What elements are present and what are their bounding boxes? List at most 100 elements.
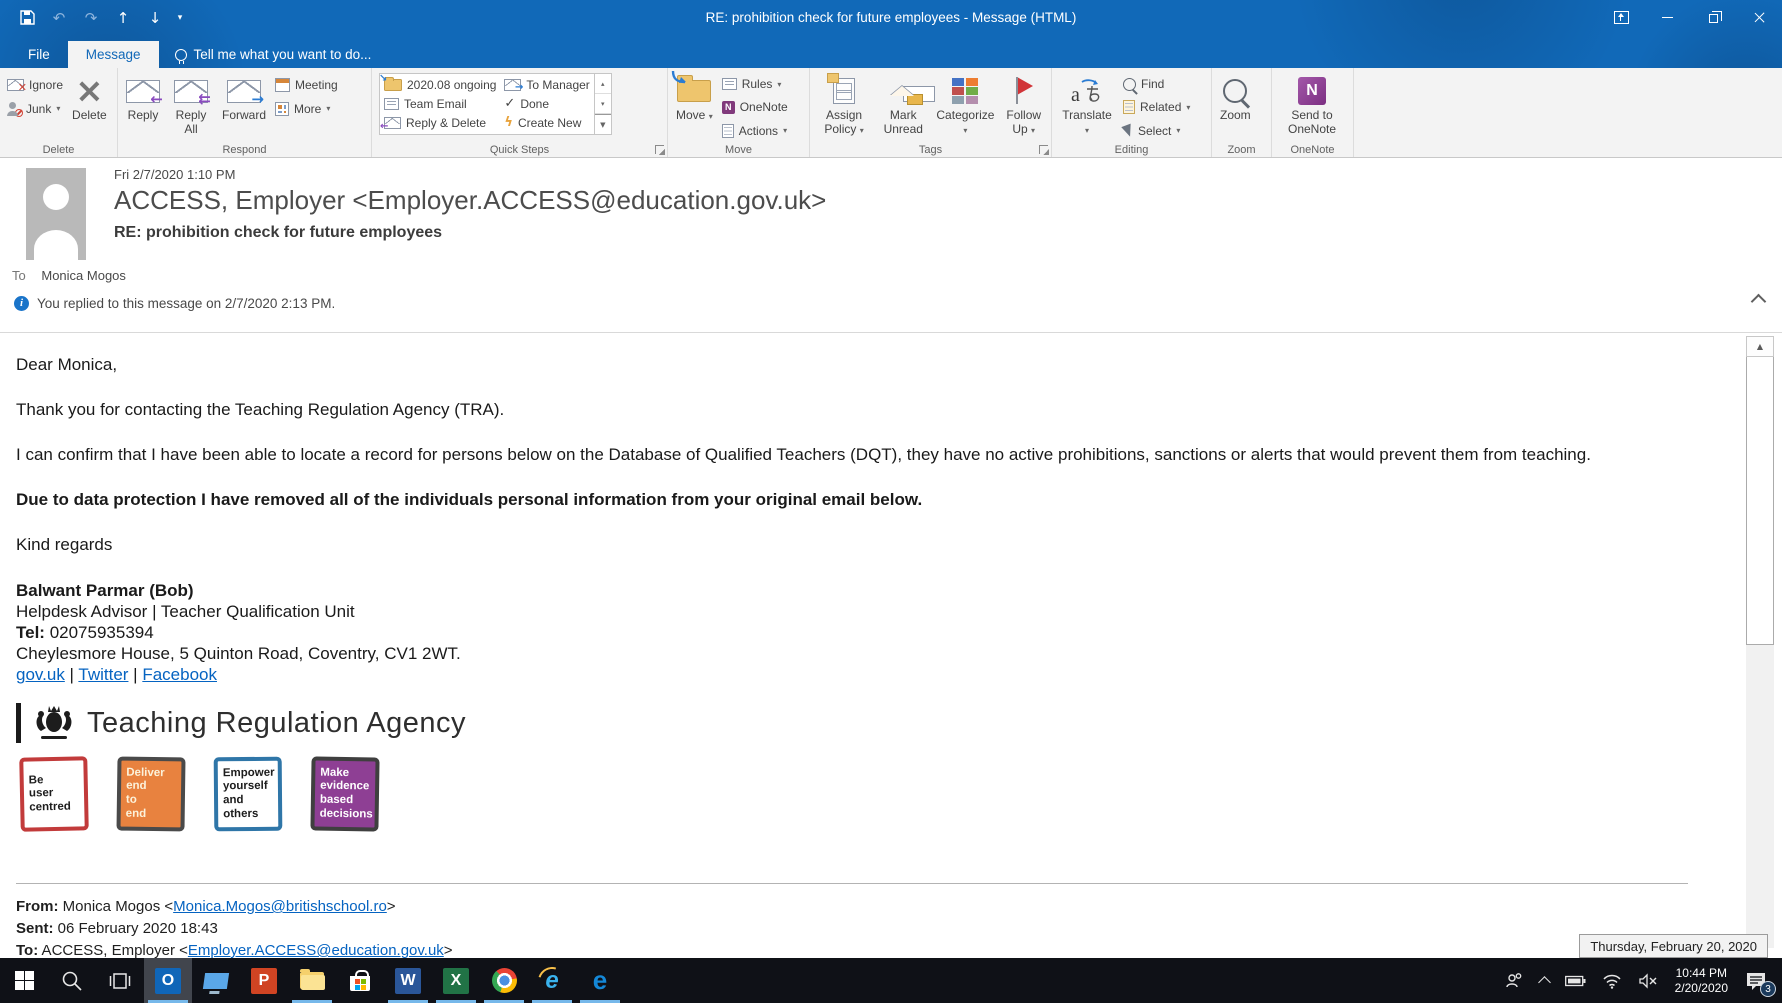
quick-step-create-new[interactable]: ϟ Create New <box>504 114 589 132</box>
select-button[interactable]: Select ▾ <box>1119 121 1194 141</box>
delete-button[interactable]: × Delete <box>67 70 112 141</box>
quick-step-to-manager[interactable]: → To Manager <box>504 76 590 94</box>
onenote-button[interactable]: N OneNote <box>718 97 792 117</box>
sender-avatar[interactable] <box>26 168 86 260</box>
rules-button[interactable]: Rules ▾ <box>718 74 792 94</box>
undo-button[interactable]: ↶ <box>44 4 74 32</box>
sender-address[interactable]: ACCESS, Employer <Employer.ACCESS@educat… <box>114 185 826 216</box>
more-respond-button[interactable]: More ▾ <box>271 98 342 119</box>
quick-steps-group-label: Quick Steps <box>489 144 550 156</box>
quick-steps-gallery: ↘ 2020.08 ongoing Team Email ← Reply & D… <box>379 73 612 135</box>
vertical-scrollbar[interactable]: ▲ <box>1746 336 1774 948</box>
zoom-icon <box>1223 79 1248 103</box>
reply-all-button[interactable]: ⇇ Reply All <box>165 70 217 141</box>
people-button[interactable] <box>1497 958 1531 1003</box>
quoted-to-email-link[interactable]: Employer.ACCESS@education.gov.uk <box>188 942 444 958</box>
taskbar-excel[interactable]: X <box>432 958 480 1003</box>
tell-me-box[interactable]: Tell me what you want to do... <box>174 41 371 68</box>
taskbar-internet-explorer[interactable] <box>528 958 576 1003</box>
follow-up-button[interactable]: Follow Up ▾ <box>999 70 1048 141</box>
redo-button[interactable]: ↷ <box>76 4 106 32</box>
scrollbar-thumb[interactable] <box>1746 357 1774 645</box>
notification-badge: 3 <box>1760 981 1776 997</box>
follow-up-caret-icon: ▾ <box>1031 125 1036 135</box>
taskbar-chrome[interactable] <box>480 958 528 1003</box>
forward-button[interactable]: → Forward <box>217 70 271 141</box>
move-button[interactable]: Move ▾ <box>671 70 718 141</box>
taskbar-store[interactable] <box>336 958 384 1003</box>
minimize-button[interactable] <box>1644 0 1690 35</box>
quick-step-ongoing[interactable]: ↘ 2020.08 ongoing <box>379 73 496 94</box>
translate-button[interactable]: a Translate ▾ <box>1055 70 1119 141</box>
reply-button[interactable]: ← Reply <box>121 70 165 141</box>
gallery-up-button[interactable]: ▴ <box>594 74 611 94</box>
junk-label: Junk <box>26 101 52 116</box>
categorize-button[interactable]: Categorize ▾ <box>931 70 999 141</box>
previous-item-button[interactable]: ↑ <box>108 4 138 32</box>
related-button[interactable]: Related ▾ <box>1119 97 1194 117</box>
tab-file[interactable]: File <box>10 41 68 68</box>
twitter-link[interactable]: Twitter <box>78 665 128 684</box>
more-label: More <box>294 101 322 116</box>
signature-block: Balwant Parmar (Bob) Helpdesk Advisor | … <box>16 580 1712 685</box>
gallery-more-button[interactable]: ▼ <box>594 114 611 134</box>
date-tooltip: Thursday, February 20, 2020 <box>1579 934 1768 958</box>
reply-arrow-icon: ← <box>150 90 163 109</box>
actions-icon <box>721 123 734 138</box>
start-button[interactable] <box>0 958 48 1003</box>
find-button[interactable]: Find <box>1119 74 1194 94</box>
quoted-to-line: To: ACCESS, Employer <Employer.ACCESS@ed… <box>16 940 1712 958</box>
to-row: To Monica Mogos <box>12 268 126 283</box>
quick-step-reply-delete[interactable]: ← Reply & Delete <box>380 114 496 132</box>
quick-step-label: Done <box>520 96 550 111</box>
send-to-onenote-label: Send to OneNote <box>1287 108 1337 136</box>
taskbar-remote-desktop[interactable] <box>192 958 240 1003</box>
junk-button[interactable]: Junk ▾ <box>3 98 67 119</box>
facebook-link[interactable]: Facebook <box>142 665 217 684</box>
scroll-up-button[interactable]: ▲ <box>1746 336 1774 357</box>
ribbon-display-options-button[interactable] <box>1598 0 1644 35</box>
edge-icon <box>587 968 613 994</box>
send-to-onenote-button[interactable]: N Send to OneNote <box>1275 70 1349 141</box>
quick-steps-dialog-launcher[interactable] <box>655 145 665 155</box>
zoom-button[interactable]: Zoom <box>1215 70 1256 141</box>
ignore-button[interactable]: ✕ Ignore <box>3 74 67 95</box>
gallery-down-button[interactable]: ▾ <box>594 94 611 114</box>
tags-dialog-launcher[interactable] <box>1039 145 1049 155</box>
taskbar-word[interactable]: W <box>384 958 432 1003</box>
actions-button[interactable]: Actions ▾ <box>718 121 792 141</box>
scrollbar-track[interactable] <box>1746 645 1774 948</box>
mark-unread-button[interactable]: Mark Unread <box>875 70 936 141</box>
wifi-button[interactable] <box>1595 958 1629 1003</box>
from-email-link[interactable]: Monica.Mogos@britishschool.ro <box>173 898 387 915</box>
volume-muted-button[interactable] <box>1631 958 1665 1003</box>
from-name: Monica Mogos < <box>58 898 174 915</box>
action-center-button[interactable]: 3 <box>1738 958 1776 1003</box>
restore-button[interactable] <box>1690 0 1736 35</box>
close-button[interactable] <box>1736 0 1782 35</box>
search-button[interactable] <box>48 958 96 1003</box>
taskbar-clock[interactable]: 10:44 PM 2/20/2020 <box>1667 966 1736 996</box>
tab-message[interactable]: Message <box>67 41 159 68</box>
task-view-button[interactable] <box>96 958 144 1003</box>
govuk-link[interactable]: gov.uk <box>16 665 65 684</box>
taskbar-powerpoint[interactable]: P <box>240 958 288 1003</box>
battery-button[interactable] <box>1558 958 1593 1003</box>
chrome-icon <box>491 968 517 993</box>
taskbar-outlook[interactable]: O <box>144 958 192 1003</box>
taskbar-edge[interactable] <box>576 958 624 1003</box>
show-hidden-icons-button[interactable] <box>1533 958 1556 1003</box>
next-item-button[interactable]: ↓ <box>140 4 170 32</box>
reply-delete-arrow-icon: ← <box>380 120 389 132</box>
quick-step-team-email[interactable]: Team Email <box>384 95 496 113</box>
taskbar-file-explorer[interactable] <box>288 958 336 1003</box>
paragraph: Thank you for contacting the Teaching Re… <box>16 400 505 419</box>
save-button[interactable] <box>12 4 42 32</box>
meeting-button[interactable]: Meeting <box>271 74 342 95</box>
store-icon <box>350 970 370 991</box>
customize-qat-button[interactable]: ▾ <box>172 13 188 23</box>
quick-step-done[interactable]: ✓ Done <box>504 95 589 113</box>
to-recipient[interactable]: Monica Mogos <box>41 268 126 283</box>
assign-policy-button[interactable]: Assign Policy ▾ <box>813 70 875 141</box>
rules-caret-icon: ▾ <box>777 79 782 89</box>
